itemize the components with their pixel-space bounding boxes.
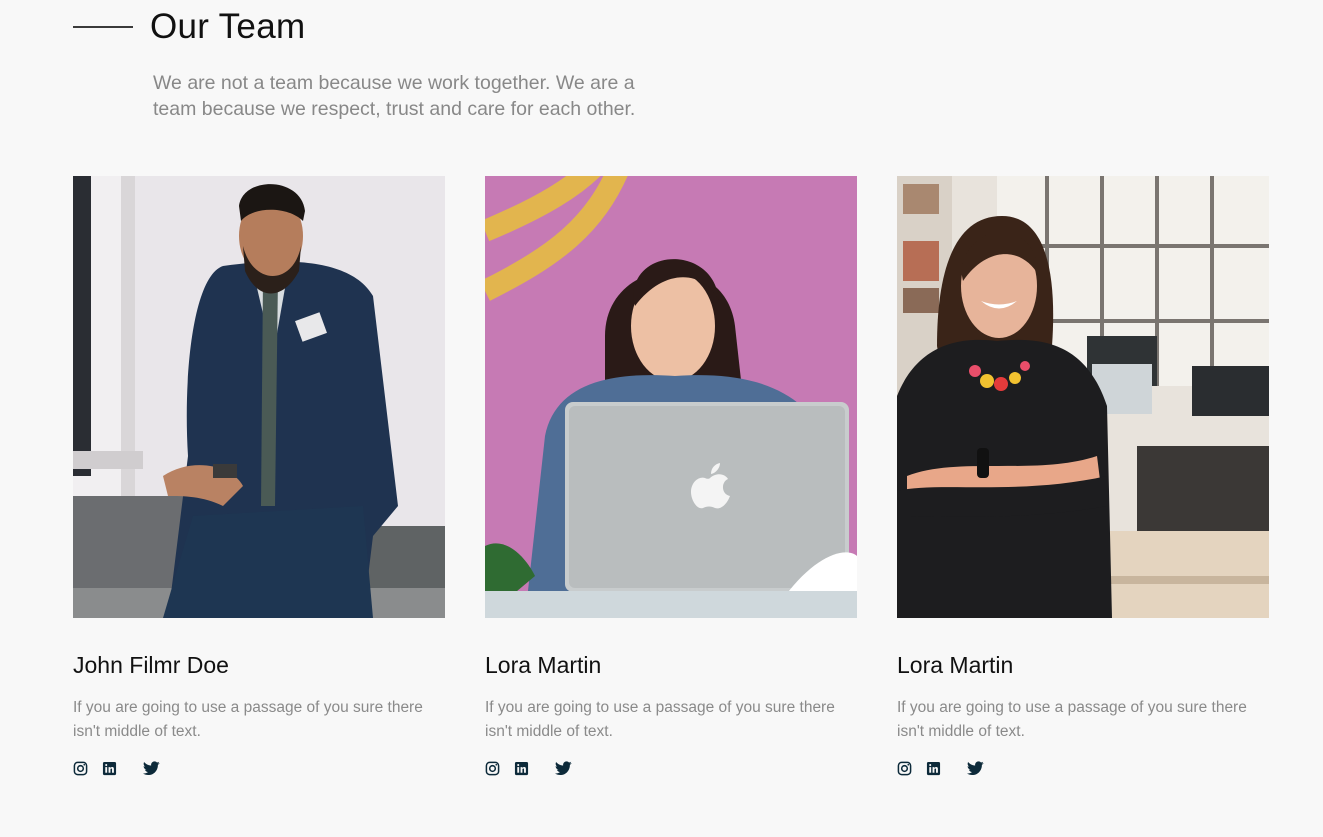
social-links	[897, 761, 1269, 776]
section-intro: We are not a team because we work togeth…	[153, 72, 636, 120]
member-description: If you are going to use a passage of you…	[73, 699, 423, 740]
linkedin-icon[interactable]	[102, 761, 117, 776]
linkedin-icon[interactable]	[926, 761, 941, 776]
member-photo	[897, 176, 1269, 618]
member-description: If you are going to use a passage of you…	[897, 699, 1247, 740]
member-name: Lora Martin	[897, 652, 1014, 678]
twitter-icon[interactable]	[967, 761, 984, 776]
team-section: Our Team We are not a team because we wo…	[0, 0, 1323, 837]
twitter-icon[interactable]	[555, 761, 572, 776]
page-title: Our Team	[150, 7, 306, 46]
member-name: John Filmr Doe	[73, 652, 229, 678]
instagram-icon[interactable]	[73, 761, 88, 776]
team-card: Lora Martin If you are going to use a pa…	[897, 176, 1269, 776]
team-card: John Filmr Doe If you are going to use a…	[73, 176, 445, 776]
heading-divider	[73, 26, 133, 28]
instagram-icon[interactable]	[485, 761, 500, 776]
member-description: If you are going to use a passage of you…	[485, 699, 835, 740]
instagram-icon[interactable]	[897, 761, 912, 776]
team-card: Lora Martin If you are going to use a pa…	[485, 176, 857, 776]
twitter-icon[interactable]	[143, 761, 160, 776]
social-links	[73, 761, 445, 776]
linkedin-icon[interactable]	[514, 761, 529, 776]
team-cards: John Filmr Doe If you are going to use a…	[73, 176, 1269, 776]
member-name: Lora Martin	[485, 652, 602, 678]
member-photo	[485, 176, 857, 618]
social-links	[485, 761, 857, 776]
member-photo	[73, 176, 445, 618]
section-heading: Our Team	[73, 6, 305, 48]
